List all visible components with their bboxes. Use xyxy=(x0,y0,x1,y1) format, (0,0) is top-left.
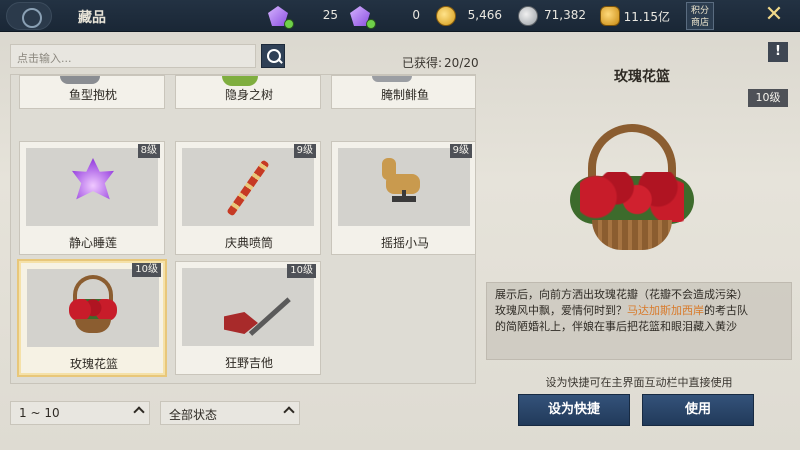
detail-title: 玫瑰花篮 xyxy=(614,69,670,85)
desc-line2-text: 玫瑰风中飘，爱情何时到？ xyxy=(495,304,627,317)
desc-highlight-location: 马达加斯加西岸 xyxy=(627,304,704,317)
item-card[interactable]: 腌制鲱鱼 xyxy=(331,75,475,109)
item-card[interactable]: 10级 狂野吉他 xyxy=(175,261,321,375)
item-description: 展示后，向前方洒出玫瑰花瓣（花瓣不会造成污染） 玫瑰风中飘，爱情何时到？马达加斯… xyxy=(486,282,792,360)
chevron-up-icon xyxy=(133,406,145,418)
gold-coin-icon xyxy=(436,6,456,26)
set-shortcut-button[interactable]: 设为快捷 xyxy=(518,394,630,426)
menu-emblem-icon[interactable] xyxy=(6,2,52,30)
search-input[interactable]: 点击输入... xyxy=(10,44,256,68)
invisible-tree-icon xyxy=(222,76,258,86)
item-art xyxy=(182,148,314,226)
detail-level-badge: 10级 xyxy=(748,89,788,107)
bound-gem-value: 0 xyxy=(412,8,420,22)
item-card[interactable]: 8级 静心睡莲 xyxy=(19,141,165,255)
rose-basket-preview-icon xyxy=(570,124,694,254)
gold-ingot-value: 11.15亿 xyxy=(623,10,670,24)
item-name: 腌制鲱鱼 xyxy=(380,88,429,102)
close-icon[interactable]: ✕ xyxy=(762,4,786,28)
currency-silver-coin[interactable]: 71,382 xyxy=(518,5,586,27)
item-name: 鱼型抱枕 xyxy=(68,88,117,102)
item-level-badge: 10级 xyxy=(132,263,161,277)
item-card[interactable]: 9级 摇摇小马 xyxy=(331,141,475,255)
add-bound-gem-icon[interactable] xyxy=(366,19,376,29)
gold-coin-value: 5,466 xyxy=(467,8,502,22)
item-card[interactable]: 9级 庆典喷筒 xyxy=(175,141,321,255)
currency-gold-ingot[interactable]: 11.15亿 xyxy=(600,5,670,27)
item-card-selected[interactable]: 10级 玫瑰花篮 xyxy=(17,259,167,377)
gold-ingot-icon xyxy=(600,6,620,26)
item-level-badge: 9级 xyxy=(449,144,472,158)
range-value: 1 ~ 10 xyxy=(19,406,60,420)
lotus-icon xyxy=(72,158,114,200)
currency-gold-coin[interactable]: 5,466 xyxy=(436,5,502,27)
desc-line3: 的简陋婚礼上，伴娘在事后把花篮和眼泪藏入黄沙 xyxy=(495,320,737,333)
guitar-icon xyxy=(218,282,291,342)
use-button[interactable]: 使用 xyxy=(642,394,754,426)
desc-line2-tail: 的考古队 xyxy=(704,304,748,317)
desc-line1: 展示后，向前方洒出玫瑰花瓣（花瓣不会造成污染） xyxy=(495,288,748,301)
obtained-value: 20/20 xyxy=(444,56,479,70)
item-name: 静心睡莲 xyxy=(68,236,117,250)
obtained-count: 已获得: 20/20 xyxy=(400,54,479,71)
desc-line2: 玫瑰风中飘，爱情何时到？马达加斯加西岸的考古队 xyxy=(495,303,783,319)
status-value: 全部状态 xyxy=(169,408,218,422)
shortcut-hint: 设为快捷可在主界面互动栏中直接使用 xyxy=(545,376,733,389)
item-name: 摇摇小马 xyxy=(380,236,429,250)
item-name: 隐身之树 xyxy=(224,88,273,102)
shop-label-line2: 商店 xyxy=(690,18,709,28)
status-dropdown[interactable]: 全部状态 xyxy=(160,401,300,425)
points-shop-button[interactable]: 积分 商店 xyxy=(686,2,714,30)
fish-pillow-icon xyxy=(60,76,100,84)
item-level-badge: 9级 xyxy=(293,144,316,158)
silver-coin-value: 71,382 xyxy=(544,8,586,22)
firework-tube-icon xyxy=(226,159,270,217)
item-art xyxy=(338,148,470,226)
item-level-badge: 10级 xyxy=(287,264,316,278)
search-button[interactable] xyxy=(261,44,285,68)
currency-bound-gem[interactable]: 0 xyxy=(350,5,420,29)
item-name: 庆典喷筒 xyxy=(224,236,273,250)
rose-basket-icon xyxy=(67,275,119,337)
item-card[interactable]: 隐身之树 xyxy=(175,75,321,109)
currency-gem[interactable]: 25 xyxy=(268,5,338,29)
item-art xyxy=(26,148,158,226)
gem-value: 25 xyxy=(322,8,338,22)
item-name: 狂野吉他 xyxy=(224,356,273,370)
silver-coin-icon xyxy=(518,6,538,26)
shop-label-line1: 积分 xyxy=(690,6,709,16)
item-card[interactable]: 鱼型抱枕 xyxy=(19,75,165,109)
page-title: 藏品 xyxy=(78,10,106,26)
pickled-herring-icon xyxy=(372,76,412,82)
add-gem-icon[interactable] xyxy=(284,19,294,29)
rocking-horse-icon xyxy=(382,158,428,210)
item-level-badge: 8级 xyxy=(137,144,160,158)
top-bar: 藏品 25 0 5,466 71,382 11.15亿 积分 商店 ✕ xyxy=(0,0,800,32)
collection-grid[interactable]: 鱼型抱枕 隐身之树 腌制鲱鱼 8级 静心睡莲 9级 庆典喷筒 9级 摇摇小马 1… xyxy=(10,74,476,384)
obtained-label: 已获得: xyxy=(402,56,443,70)
item-art xyxy=(27,269,159,347)
item-art xyxy=(182,268,314,346)
chevron-up-icon xyxy=(283,406,295,418)
range-dropdown[interactable]: 1 ~ 10 xyxy=(10,401,150,425)
item-name: 玫瑰花篮 xyxy=(69,357,118,371)
info-button[interactable]: ! xyxy=(768,42,788,62)
